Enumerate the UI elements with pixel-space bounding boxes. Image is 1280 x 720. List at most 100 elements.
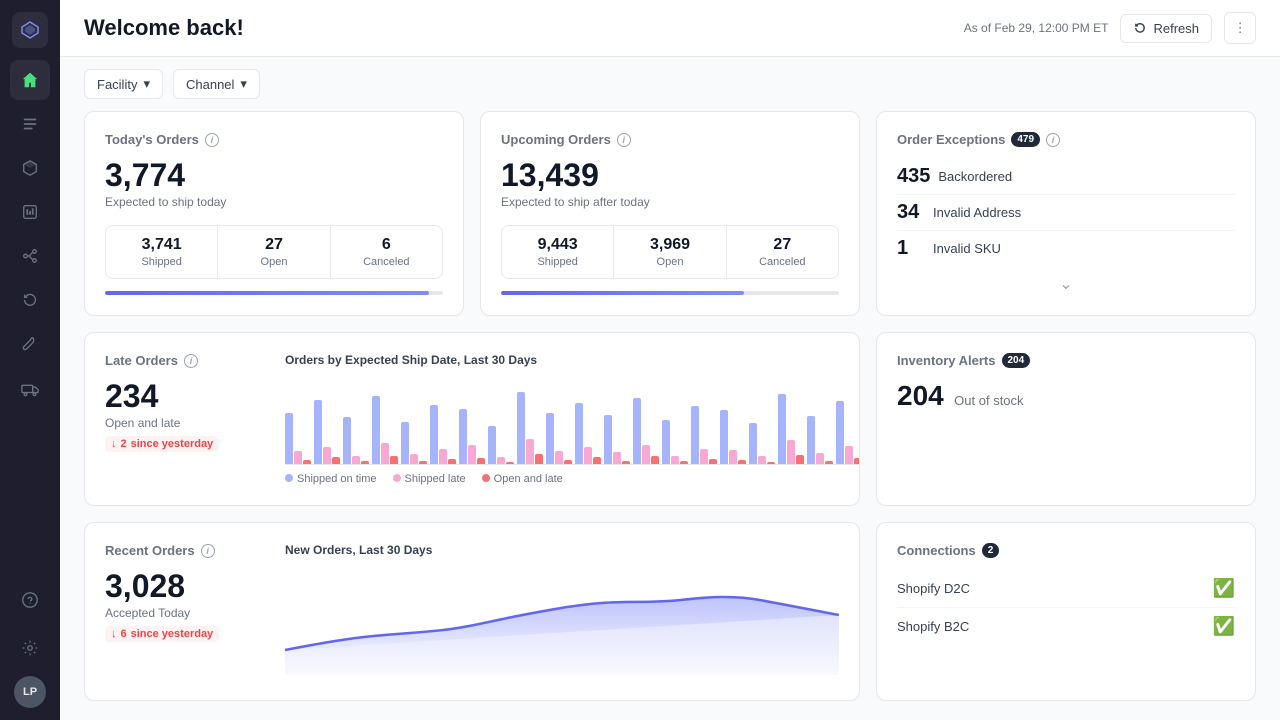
legend-open-late: Open and late bbox=[482, 473, 563, 485]
bar-group bbox=[314, 400, 340, 464]
bar-open-late bbox=[709, 459, 717, 464]
inventory-out-of-stock: 204 Out of stock bbox=[897, 380, 1235, 412]
legend-shipped-late: Shipped late bbox=[393, 473, 466, 485]
bar-group bbox=[517, 392, 543, 464]
out-of-stock-num: 204 bbox=[897, 380, 944, 411]
more-icon: ⋮ bbox=[1233, 20, 1246, 36]
bar-shipped-late bbox=[439, 449, 447, 464]
more-button[interactable]: ⋮ bbox=[1224, 12, 1256, 44]
upcoming-orders-title: Upcoming Orders i bbox=[501, 132, 839, 147]
bar-shipped-late bbox=[845, 446, 853, 464]
bar-chart bbox=[285, 375, 860, 465]
bar-shipped-late bbox=[642, 445, 650, 464]
bar-shipped-on-time bbox=[720, 410, 728, 464]
sidebar-item-orders[interactable] bbox=[10, 104, 50, 144]
connections-badge: 2 bbox=[982, 543, 1000, 558]
sidebar: LP bbox=[0, 0, 60, 720]
bar-group bbox=[343, 417, 369, 464]
bar-shipped-on-time bbox=[633, 398, 641, 464]
bar-group bbox=[720, 410, 746, 464]
upcoming-progress-bar bbox=[501, 291, 839, 295]
sidebar-item-inventory[interactable] bbox=[10, 148, 50, 188]
bar-group bbox=[749, 423, 775, 464]
todays-open-num: 27 bbox=[230, 236, 317, 254]
bar-open-late bbox=[477, 458, 485, 464]
inventory-alerts-card: Inventory Alerts 204 204 Out of stock bbox=[876, 332, 1256, 506]
bar-open-late bbox=[535, 454, 543, 464]
recent-delta-arrow-icon: ↓ bbox=[111, 628, 117, 640]
exceptions-info-icon[interactable]: i bbox=[1046, 133, 1060, 147]
late-orders-card: Late Orders i 234 Open and late ↓ 2 sinc… bbox=[84, 332, 860, 506]
bar-shipped-late bbox=[526, 439, 534, 465]
upcoming-orders-info-icon[interactable]: i bbox=[617, 133, 631, 147]
sidebar-item-reports[interactable] bbox=[10, 192, 50, 232]
sidebar-item-help[interactable] bbox=[10, 580, 50, 620]
sidebar-item-returns[interactable] bbox=[10, 280, 50, 320]
todays-canceled-stat: 6 Canceled bbox=[331, 226, 442, 278]
sidebar-item-tools[interactable] bbox=[10, 324, 50, 364]
connection-shopify-d2c: Shopify D2C ✅ bbox=[897, 570, 1235, 608]
sidebar-item-home[interactable] bbox=[10, 60, 50, 100]
sidebar-item-shipping[interactable] bbox=[10, 368, 50, 408]
bar-open-late bbox=[796, 455, 804, 464]
bar-open-late bbox=[390, 456, 398, 465]
bar-shipped-late bbox=[671, 456, 679, 465]
bar-open-late bbox=[419, 461, 427, 464]
bar-group bbox=[633, 398, 659, 464]
late-orders-info-icon[interactable]: i bbox=[184, 354, 198, 368]
bar-group bbox=[401, 422, 427, 465]
main-content: Welcome back! As of Feb 29, 12:00 PM ET … bbox=[60, 0, 1280, 720]
legend-shipped-on-time: Shipped on time bbox=[285, 473, 377, 485]
connection-d2c-status-icon: ✅ bbox=[1213, 578, 1235, 599]
recent-orders-delta: ↓ 6 since yesterday bbox=[105, 626, 219, 642]
facility-filter[interactable]: Facility ▾ bbox=[84, 69, 163, 99]
bar-shipped-late bbox=[497, 457, 505, 464]
todays-canceled-label: Canceled bbox=[343, 256, 430, 268]
todays-orders-info-icon[interactable]: i bbox=[205, 133, 219, 147]
bar-open-late bbox=[854, 458, 860, 464]
bar-open-late bbox=[361, 461, 369, 464]
bar-group bbox=[662, 420, 688, 464]
out-of-stock-label: Out of stock bbox=[954, 393, 1023, 408]
facility-label: Facility bbox=[97, 77, 137, 92]
upcoming-open-num: 3,969 bbox=[626, 236, 713, 254]
bar-group bbox=[575, 403, 601, 464]
todays-shipped-label: Shipped bbox=[118, 256, 205, 268]
bar-shipped-on-time bbox=[343, 417, 351, 464]
sidebar-item-integrations[interactable] bbox=[10, 236, 50, 276]
bar-group bbox=[604, 415, 630, 464]
header-right: As of Feb 29, 12:00 PM ET Refresh ⋮ bbox=[964, 12, 1256, 44]
bar-open-late bbox=[622, 461, 630, 464]
bar-open-late bbox=[738, 460, 746, 464]
refresh-button[interactable]: Refresh bbox=[1120, 14, 1212, 43]
bar-shipped-on-time bbox=[314, 400, 322, 464]
page-title: Welcome back! bbox=[84, 15, 244, 41]
bar-open-late bbox=[767, 462, 775, 464]
delta-arrow-icon: ↓ bbox=[111, 438, 117, 450]
sidebar-item-settings[interactable] bbox=[10, 628, 50, 668]
bar-shipped-late bbox=[758, 456, 766, 464]
todays-orders-stats: 3,741 Shipped 27 Open 6 Canceled bbox=[105, 225, 443, 279]
bar-shipped-late bbox=[787, 440, 795, 464]
exception-invalid-sku: 1 Invalid SKU bbox=[897, 231, 1235, 266]
inventory-alerts-badge: 204 bbox=[1002, 353, 1031, 368]
exceptions-expand-button[interactable]: ⌄ bbox=[897, 274, 1235, 294]
todays-orders-subtitle: Expected to ship today bbox=[105, 195, 443, 209]
refresh-label: Refresh bbox=[1153, 21, 1199, 36]
bar-shipped-on-time bbox=[691, 406, 699, 464]
bar-shipped-on-time bbox=[488, 426, 496, 464]
bar-group bbox=[372, 396, 398, 464]
bar-shipped-late bbox=[468, 445, 476, 464]
todays-open-stat: 27 Open bbox=[218, 226, 330, 278]
connections-list: Shopify D2C ✅ Shopify B2C ✅ bbox=[897, 570, 1235, 645]
exception-invalid-address: 34 Invalid Address bbox=[897, 195, 1235, 231]
bar-open-late bbox=[593, 457, 601, 464]
exception-items-list: 435 Backordered 34 Invalid Address 1 Inv… bbox=[897, 159, 1235, 266]
channel-filter[interactable]: Channel ▾ bbox=[173, 69, 260, 99]
connection-b2c-status-icon: ✅ bbox=[1213, 616, 1235, 637]
todays-orders-card: Today's Orders i 3,774 Expected to ship … bbox=[84, 111, 464, 316]
sidebar-logo bbox=[12, 12, 48, 48]
recent-orders-info-icon[interactable]: i bbox=[201, 544, 215, 558]
avatar[interactable]: LP bbox=[14, 676, 46, 708]
refresh-icon bbox=[1133, 21, 1147, 35]
